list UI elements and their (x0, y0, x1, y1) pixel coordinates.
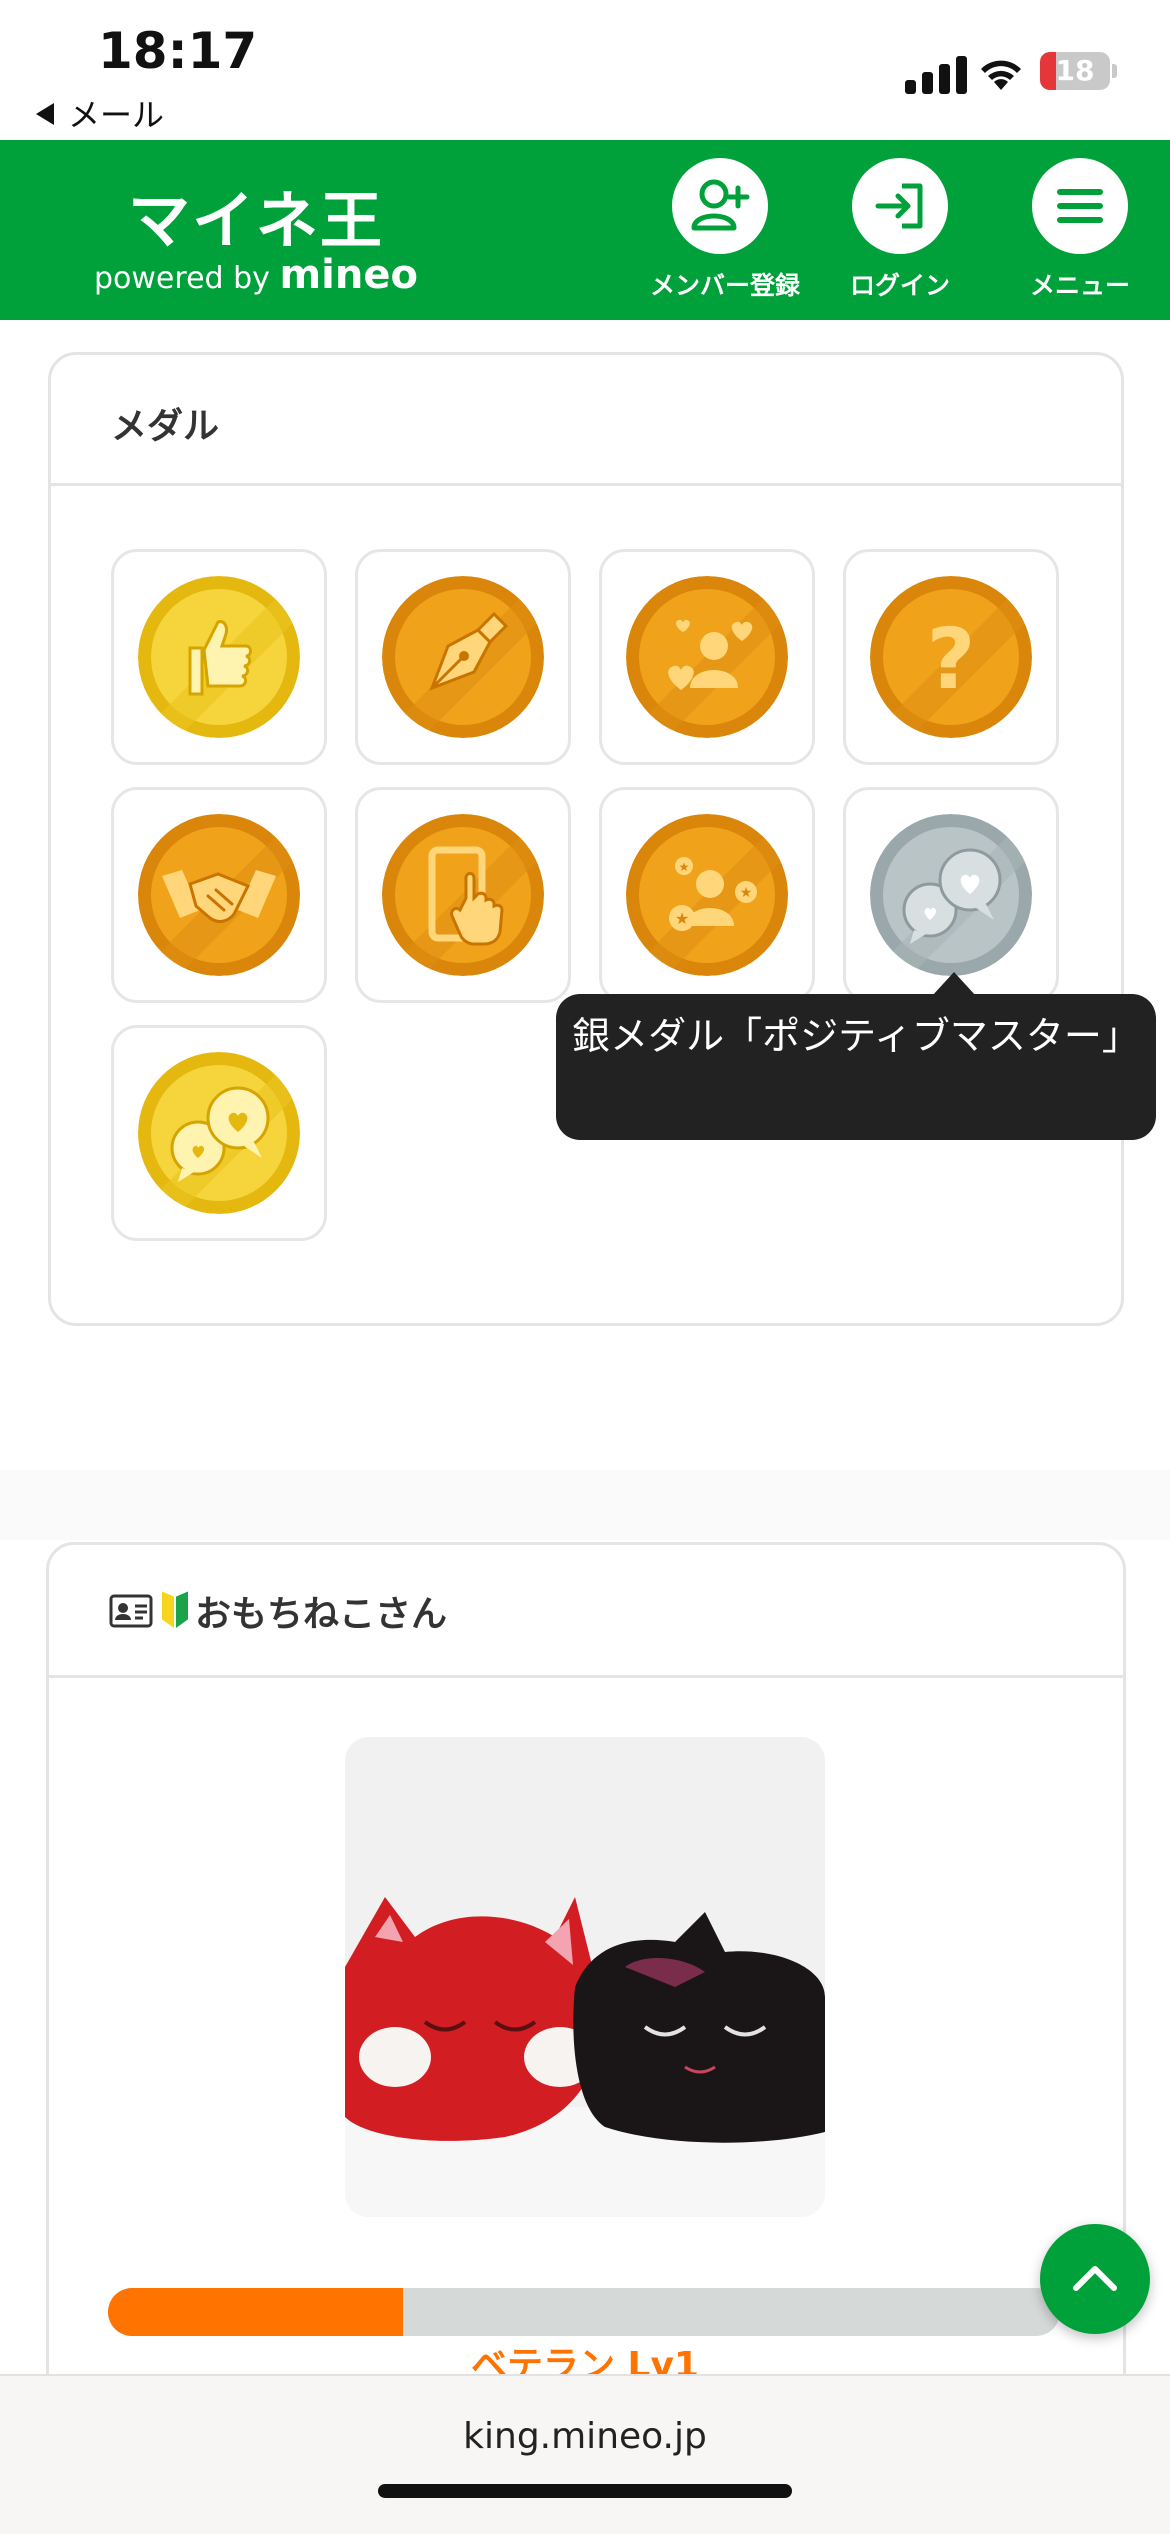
medal-card: メダル ? ★ ★ ★ (48, 352, 1124, 1326)
beginner-mark-icon (160, 1588, 190, 1632)
home-indicator[interactable] (378, 2484, 792, 2498)
signal-icon (905, 54, 969, 94)
people-hearts-icon (626, 576, 788, 738)
login-icon (852, 158, 948, 254)
battery-icon: 18 (1040, 52, 1110, 90)
svg-text:★: ★ (679, 860, 690, 874)
member-register-label: メンバー登録 (650, 271, 801, 300)
profile-card-header: おもちねこさん (49, 1545, 1123, 1678)
svg-text:★: ★ (675, 909, 689, 928)
medal-tooltip: 銀メダル「ポジティブマスター」 (556, 994, 1156, 1140)
site-logo[interactable]: マイネ王 (128, 170, 384, 260)
medal-tile[interactable] (111, 549, 327, 765)
handshake-icon (138, 814, 300, 976)
battery-level: 18 (1055, 54, 1095, 87)
url-text: king.mineo.jp (463, 2416, 707, 2457)
status-time: 18:17 (98, 22, 258, 80)
chat-hearts-icon (138, 1052, 300, 1214)
login-button[interactable]: ログイン (830, 158, 970, 302)
site-header: マイネ王 powered by mineo メンバー登録 ログイン メニュー (0, 140, 1170, 320)
people-stars-icon: ★ ★ ★ (626, 814, 788, 976)
medal-tile[interactable]: ? (843, 549, 1059, 765)
tooltip-arrow (932, 972, 976, 996)
chevron-up-icon (1073, 2266, 1117, 2291)
svg-text:?: ? (927, 610, 976, 708)
level-progress-bar (108, 2288, 1060, 2336)
status-bar: 18:17 メール 18 (0, 0, 1170, 140)
smartphone-tap-icon (382, 814, 544, 976)
user-plus-icon (672, 158, 768, 254)
menu-button[interactable]: メニュー (1010, 158, 1150, 302)
login-label: ログイン (849, 271, 950, 300)
level-progress-fill (108, 2288, 404, 2336)
browser-url-bar[interactable]: king.mineo.jp (0, 2374, 1170, 2534)
menu-label: メニュー (1029, 271, 1130, 300)
medal-card-title: メダル (111, 406, 220, 447)
question-icon: ? (870, 576, 1032, 738)
medal-tile[interactable] (111, 787, 327, 1003)
scroll-to-top-button[interactable] (1040, 2224, 1150, 2334)
id-card-icon (109, 1594, 153, 1628)
logo-brand-text: mineo (279, 252, 418, 298)
medal-card-header: メダル (51, 355, 1121, 486)
member-register-button[interactable]: メンバー登録 (650, 158, 801, 302)
logo-powered-text: powered by (94, 261, 270, 296)
back-to-mail-link[interactable]: メール (36, 90, 164, 136)
pen-nib-icon (382, 576, 544, 738)
back-arrow-icon (36, 103, 54, 125)
medal-tile[interactable] (843, 787, 1059, 1003)
profile-name: おもちねこさん (195, 1594, 448, 1635)
profile-title: おもちねこさん (109, 1585, 447, 1637)
battery-tip (1112, 64, 1117, 78)
menu-icon (1032, 158, 1128, 254)
back-label: メール (68, 96, 165, 134)
svg-text:★: ★ (740, 885, 753, 901)
medal-tile[interactable] (111, 1025, 327, 1241)
profile-photo[interactable] (345, 1737, 825, 2217)
chat-hearts-icon (870, 814, 1032, 976)
medal-tile[interactable] (355, 549, 571, 765)
section-gap (0, 1470, 1170, 1540)
logo-tagline: powered by mineo (94, 252, 418, 298)
medal-tile[interactable]: ★ ★ ★ (599, 787, 815, 1003)
medal-tile[interactable] (599, 549, 815, 765)
thumbs-up-icon (138, 576, 300, 738)
medal-tile[interactable] (355, 787, 571, 1003)
wifi-icon (981, 60, 1021, 90)
